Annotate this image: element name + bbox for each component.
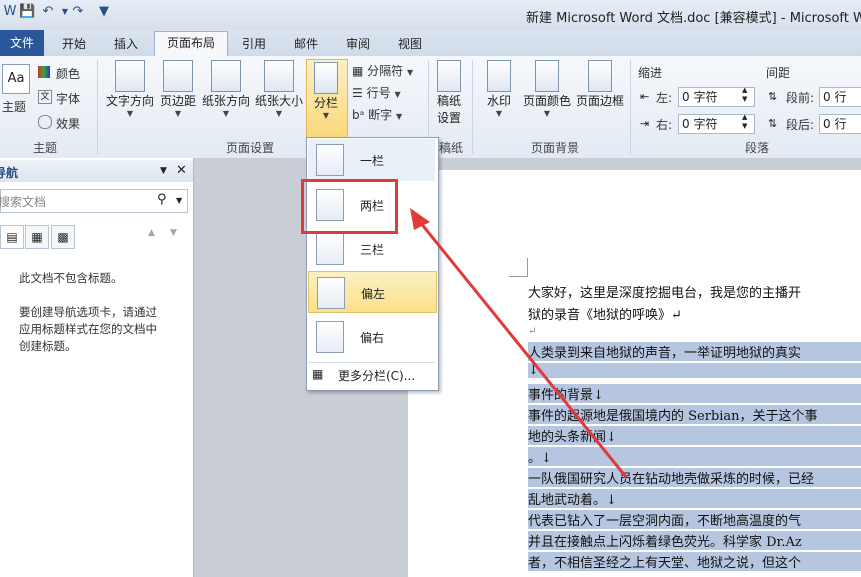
- annotation-arrow: [410, 208, 628, 478]
